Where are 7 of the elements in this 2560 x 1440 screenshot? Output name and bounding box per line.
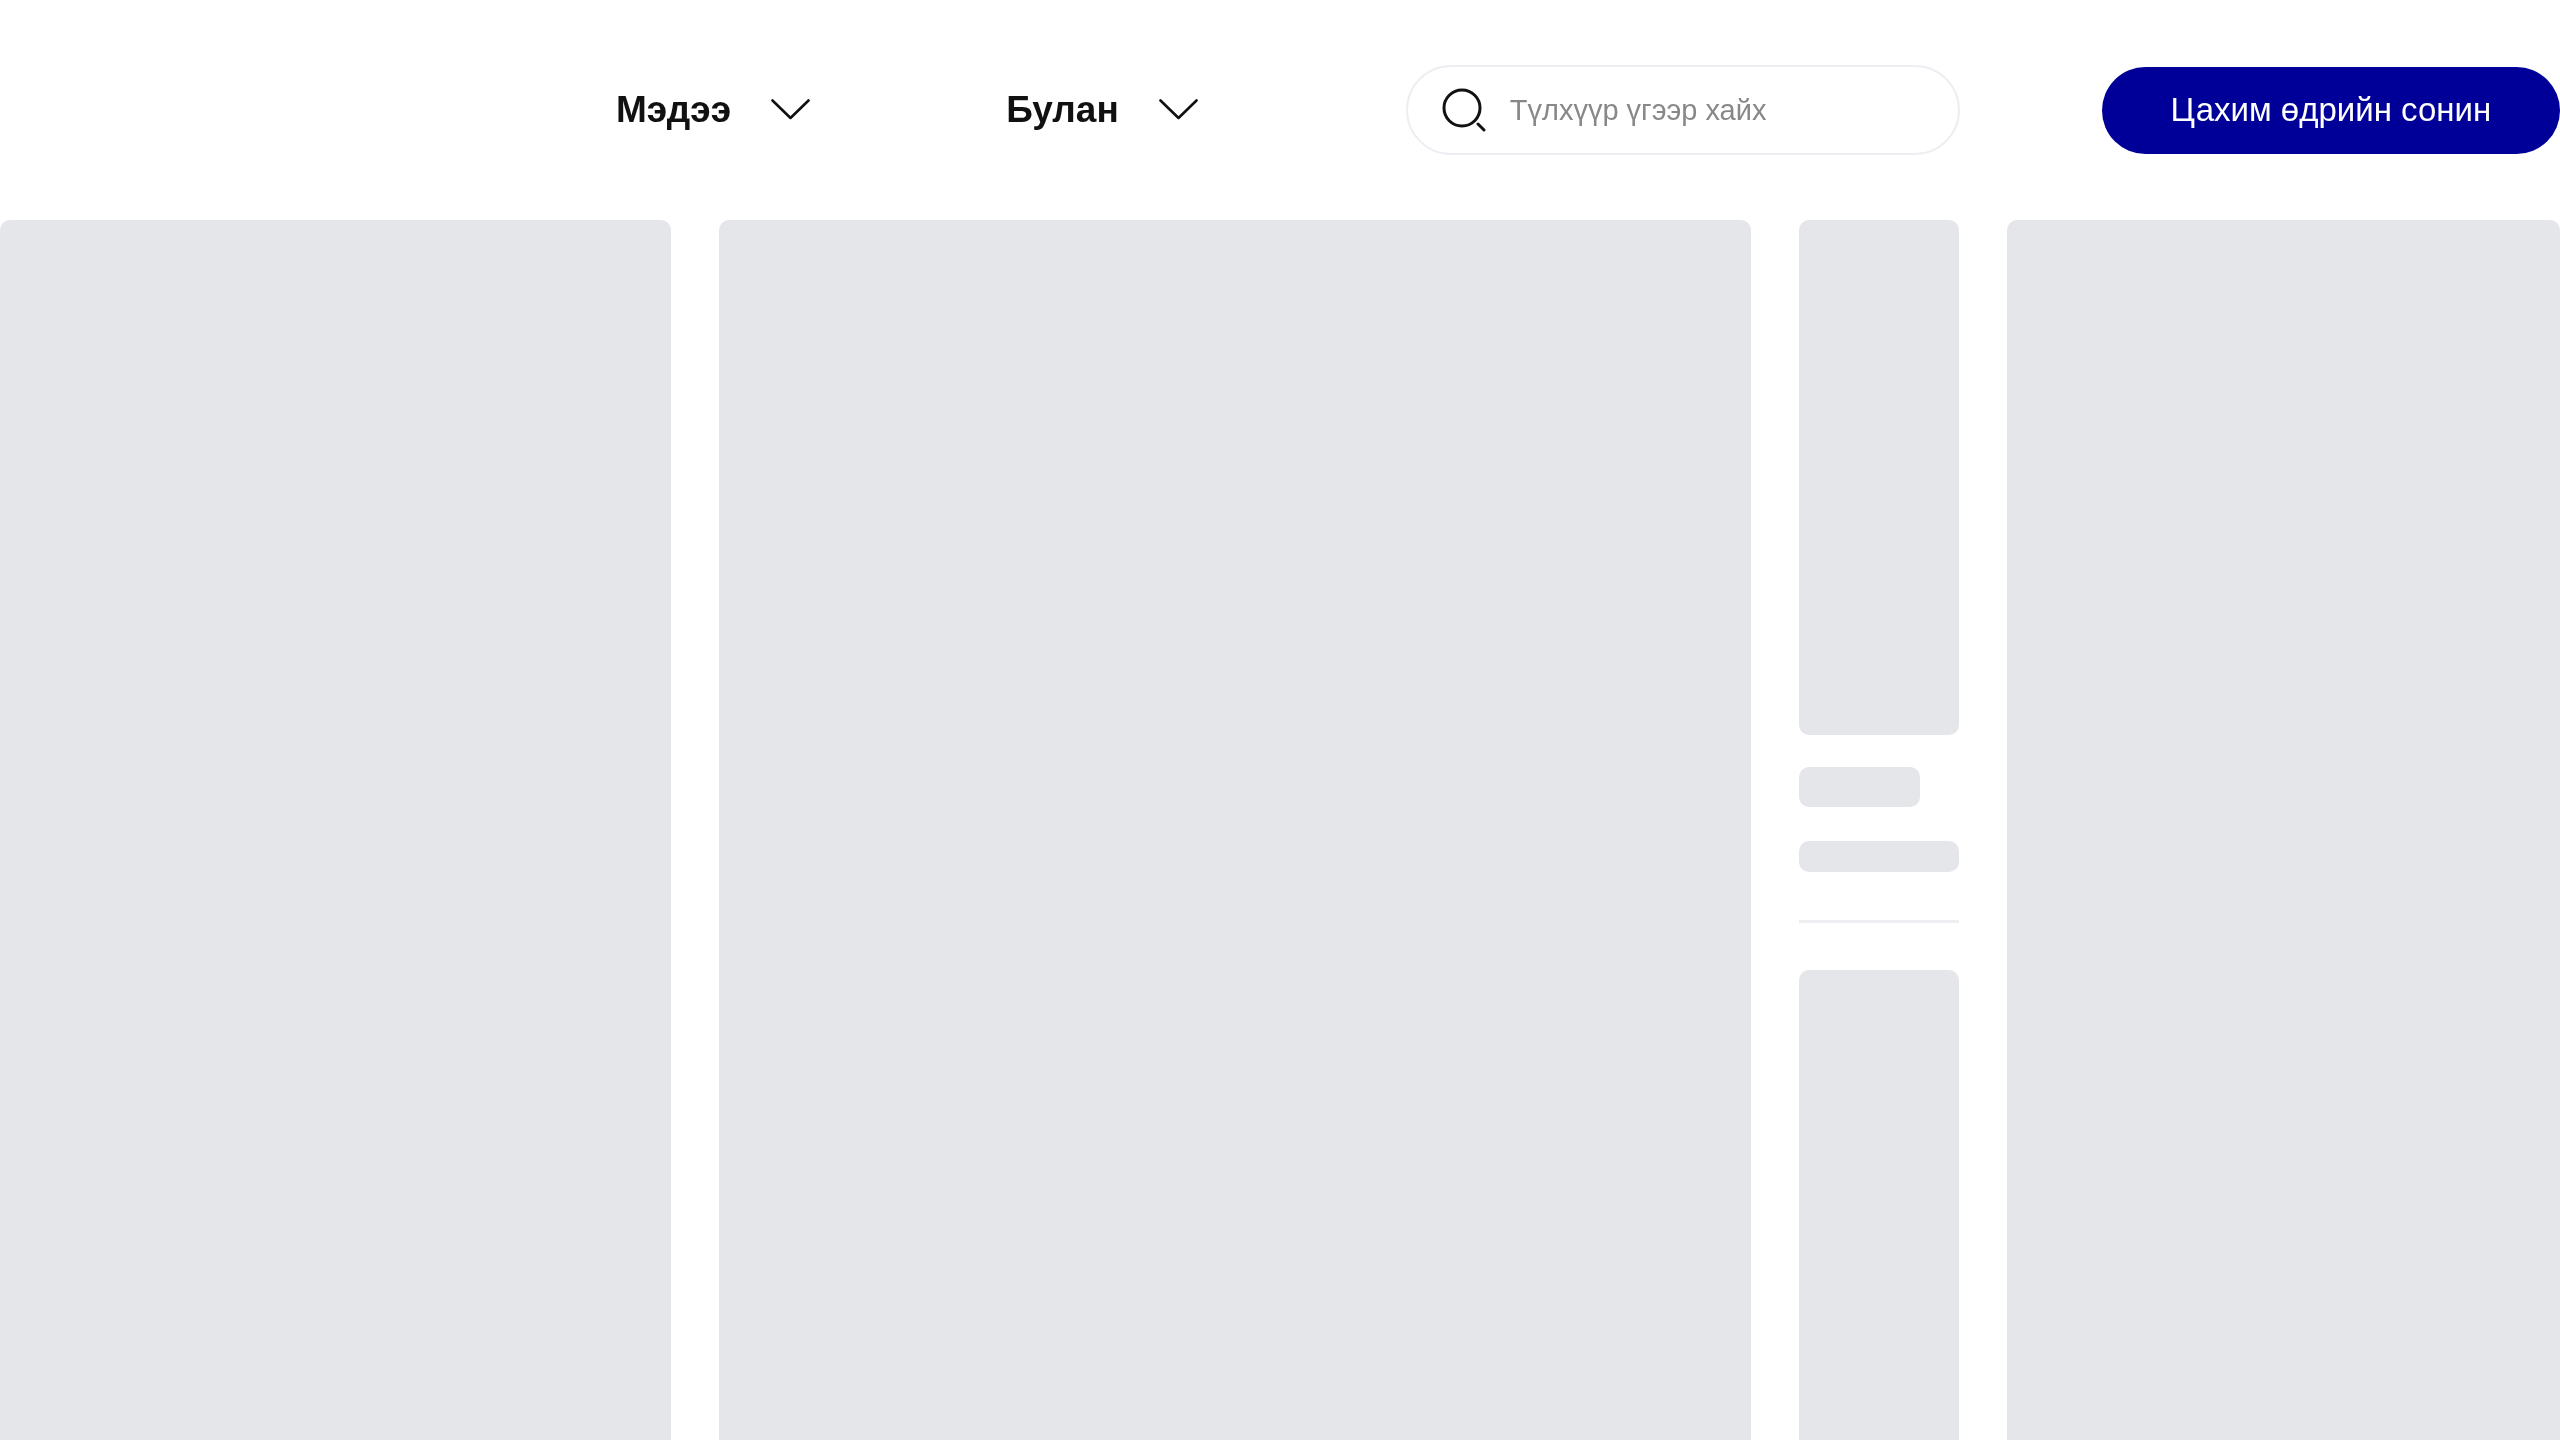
nav-dropdown[interactable]: Булан: [1006, 87, 1198, 133]
nav-dropdown[interactable]: Мэдээ: [616, 87, 811, 133]
chevron-down-icon: [771, 99, 811, 121]
chevron-down-icon: [1158, 99, 1198, 121]
search-field[interactable]: Түлхүүр үгээр хайх: [1405, 65, 1960, 155]
newspaper-button[interactable]: Цахим өдрийн сонин: [2101, 66, 2560, 154]
search-icon: [1441, 88, 1486, 132]
